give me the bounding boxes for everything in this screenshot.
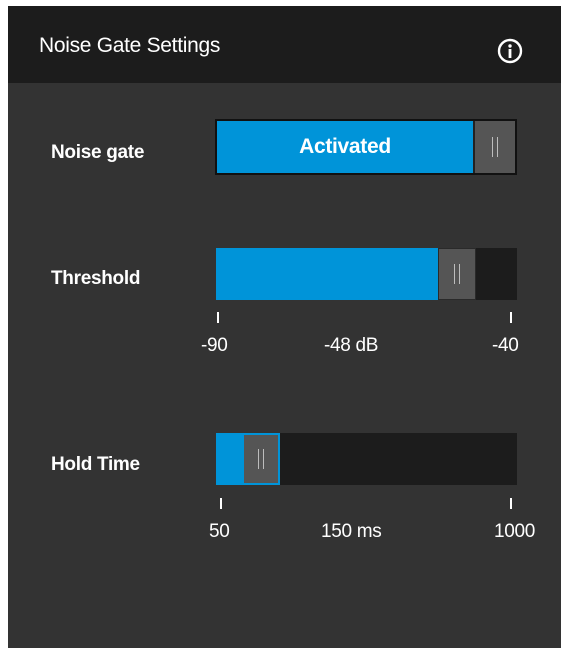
- info-icon[interactable]: [497, 38, 523, 64]
- panel-header: Noise Gate Settings: [8, 6, 561, 83]
- threshold-slider[interactable]: [216, 248, 517, 300]
- grip-icon: [258, 449, 264, 469]
- grip-icon: [454, 264, 460, 284]
- noise-gate-state-label: Activated: [299, 135, 391, 158]
- noise-gate-settings-panel: Noise Gate Settings Noise gate Activated…: [8, 6, 561, 648]
- hold-time-slider[interactable]: [216, 433, 517, 485]
- hold-time-slider-handle[interactable]: [242, 433, 280, 485]
- threshold-slider-handle[interactable]: [438, 248, 476, 300]
- hold-time-max-tick: [510, 498, 512, 509]
- threshold-min-label: -90: [201, 335, 228, 356]
- noise-gate-label: Noise gate: [51, 142, 145, 163]
- hold-time-min-label: 50: [209, 521, 230, 542]
- hold-time-value-label: 150 ms: [321, 521, 382, 542]
- noise-gate-toggle[interactable]: Activated: [215, 119, 517, 175]
- hold-time-min-tick: [220, 498, 222, 509]
- threshold-min-tick: [217, 312, 219, 323]
- grip-icon: [492, 137, 498, 157]
- threshold-max-label: -40: [492, 335, 519, 356]
- panel-title: Noise Gate Settings: [39, 34, 221, 57]
- threshold-label: Threshold: [51, 268, 141, 289]
- hold-time-max-label: 1000: [494, 521, 536, 542]
- hold-time-slider-fill: [216, 433, 242, 485]
- threshold-slider-fill: [216, 248, 438, 300]
- toggle-knob[interactable]: [473, 121, 515, 173]
- threshold-value-label: -48 dB: [324, 335, 379, 356]
- threshold-max-tick: [510, 312, 512, 323]
- hold-time-label: Hold Time: [51, 454, 140, 475]
